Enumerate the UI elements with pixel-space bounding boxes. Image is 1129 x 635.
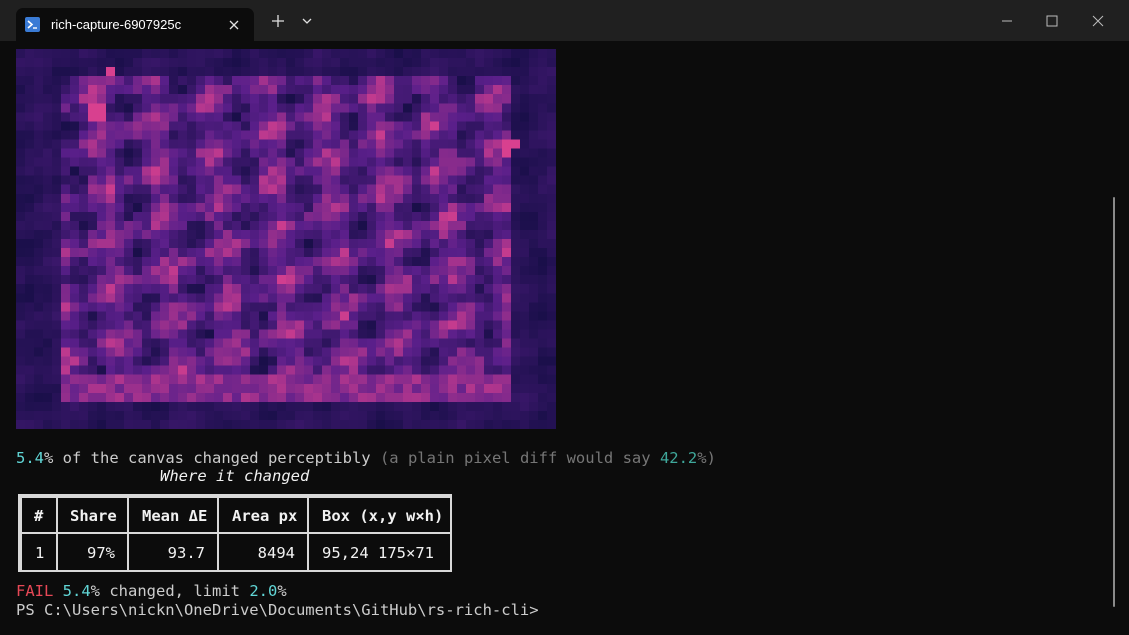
window-close-icon[interactable] (1075, 6, 1121, 36)
summary-aside-open: (a plain pixel diff would say (379, 449, 660, 467)
diff-heatmap-image (16, 49, 556, 429)
table-cell: 93.7 (127, 532, 219, 572)
plus-icon[interactable] (267, 10, 289, 32)
close-icon[interactable] (224, 15, 244, 35)
result-pct: 5.4 (62, 582, 91, 600)
summary-aside-close: %) (697, 449, 716, 467)
table-cell: 1 (20, 532, 58, 572)
chevron-down-icon[interactable] (296, 10, 318, 32)
result-status: FAIL (16, 582, 54, 600)
table-header-cell: # (20, 496, 58, 534)
result-text1: % changed, limit (90, 582, 250, 600)
summary-line: 5.4% of the canvas changed perceptibly (… (16, 449, 716, 468)
result-limit: 2.0 (249, 582, 278, 600)
minimize-icon[interactable] (984, 6, 1030, 36)
table-cell: 95,24 175×71 (307, 532, 452, 572)
tab-title: rich-capture-6907925c (51, 17, 182, 32)
maximize-icon[interactable] (1029, 6, 1075, 36)
table-caption: Where it changed (160, 467, 310, 485)
tab-rich-capture[interactable]: rich-capture-6907925c (16, 8, 254, 41)
summary-pct: 5.4 (16, 449, 44, 467)
command-prompt[interactable]: PS C:\Users\nickn\OneDrive\Documents\Git… (16, 601, 539, 620)
table-header-cell: Mean ΔE (127, 496, 219, 534)
table-cell: 97% (56, 532, 129, 572)
result-line: FAIL 5.4% changed, limit 2.0% (16, 582, 287, 601)
title-bar: rich-capture-6907925c (0, 0, 1129, 41)
terminal-icon (25, 17, 40, 32)
result-text2: % (277, 582, 287, 600)
table-cell: 8494 (217, 532, 309, 572)
table-header-cell: Share (56, 496, 129, 534)
summary-pct-sign: % (44, 449, 54, 467)
summary-aside-pct: 42.2 (659, 449, 698, 467)
table-header-cell: Area px (217, 496, 309, 534)
summary-text: of the canvas changed perceptibly (53, 449, 380, 467)
scrollbar[interactable] (1113, 197, 1115, 607)
table-header-cell: Box (x,y w×h) (307, 496, 452, 534)
